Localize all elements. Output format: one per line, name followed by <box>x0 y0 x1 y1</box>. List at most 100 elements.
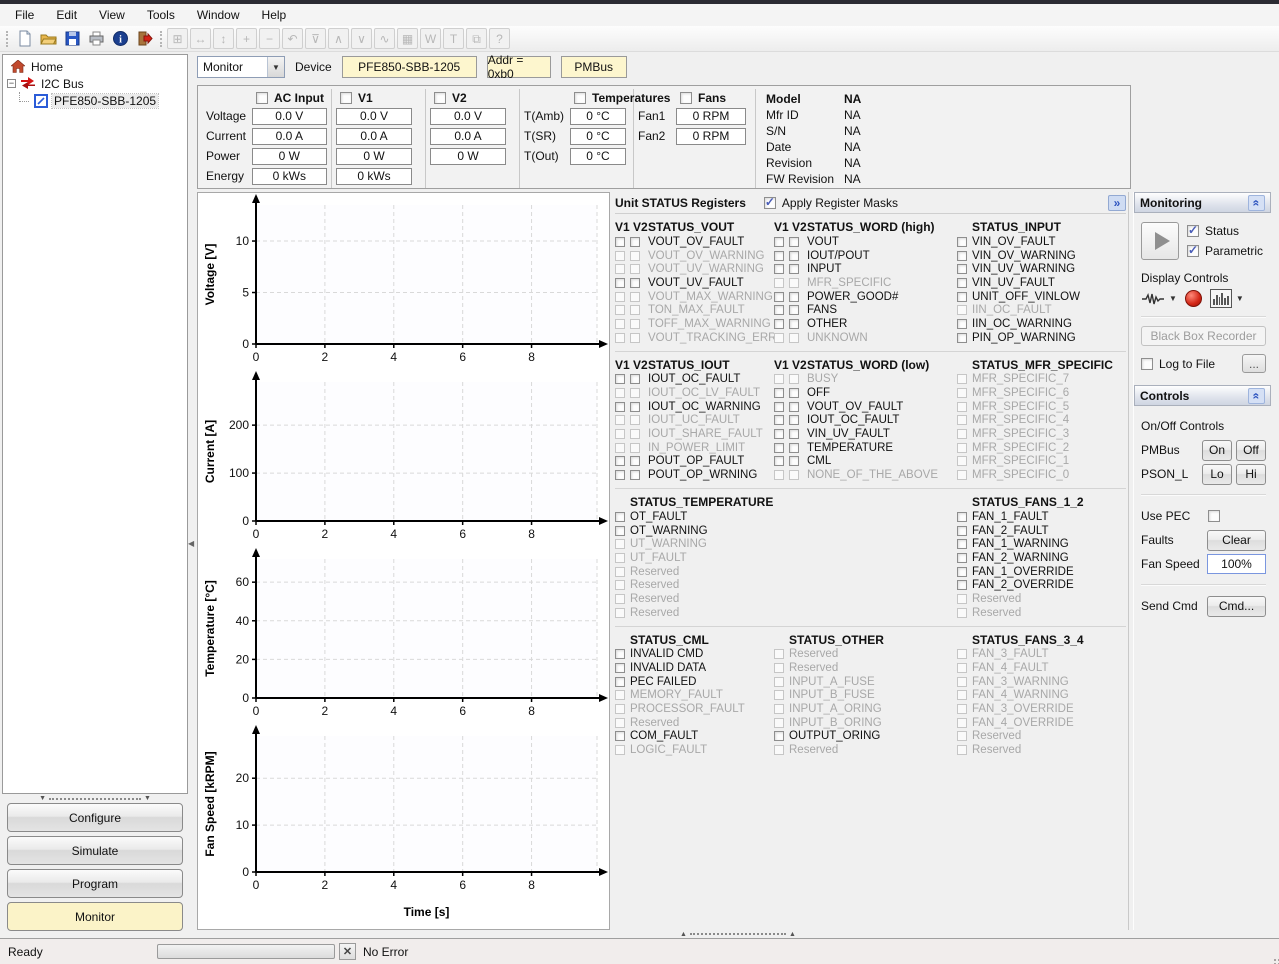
chevron-down-icon[interactable]: ▼ <box>1169 294 1177 303</box>
nav-button-configure[interactable]: Configure <box>7 803 183 832</box>
status-bit-checkbox[interactable] <box>774 292 784 302</box>
browse-button[interactable]: ... <box>1242 354 1266 373</box>
status-bit-checkbox[interactable] <box>615 470 625 480</box>
tree-item-home[interactable]: Home <box>3 58 187 75</box>
status-bit-checkbox[interactable] <box>774 456 784 466</box>
collapse-splitter-arrow[interactable]: ◀ <box>188 536 195 550</box>
status-bit-checkbox[interactable] <box>957 264 967 274</box>
toolbar-exit-icon[interactable] <box>133 28 155 50</box>
expand-panel-button[interactable]: » <box>1108 195 1126 211</box>
measure-group-checkbox[interactable] <box>256 92 268 104</box>
status-bit-checkbox[interactable] <box>957 292 967 302</box>
nav-button-program[interactable]: Program <box>7 869 183 898</box>
left-panel-splitter[interactable]: ▼▼ <box>2 794 188 803</box>
status-checkbox[interactable] <box>1187 225 1199 237</box>
chevron-down-icon[interactable]: ▼ <box>1236 294 1244 303</box>
status-bit-checkbox[interactable] <box>615 456 625 466</box>
status-bit-checkbox[interactable] <box>774 429 784 439</box>
send-cmd-button[interactable]: Cmd... <box>1207 596 1266 617</box>
status-bit-checkbox[interactable] <box>957 278 967 288</box>
status-bit-checkbox[interactable] <box>957 333 967 343</box>
toolbar-zoom-reset-icon[interactable]: ⊞ <box>167 28 188 49</box>
log-to-file-checkbox[interactable] <box>1141 358 1153 370</box>
status-bit-checkbox[interactable] <box>957 319 967 329</box>
status-bit-checkbox[interactable] <box>957 512 967 522</box>
status-bit-checkbox[interactable] <box>615 402 625 412</box>
status-bit-checkbox[interactable] <box>615 526 625 536</box>
status-bit-checkbox[interactable] <box>957 580 967 590</box>
pson-lo-button[interactable]: Lo <box>1202 464 1232 485</box>
status-bit-checkbox[interactable] <box>789 456 799 466</box>
status-bit-checkbox[interactable] <box>774 388 784 398</box>
toolbar-open-file-icon[interactable] <box>37 28 59 50</box>
toolbar-save-file-icon[interactable] <box>61 28 83 50</box>
status-bit-checkbox[interactable] <box>789 237 799 247</box>
status-bit-checkbox[interactable] <box>630 278 640 288</box>
status-bit-checkbox[interactable] <box>789 429 799 439</box>
status-bit-checkbox[interactable] <box>774 402 784 412</box>
measure-group-checkbox[interactable] <box>340 92 352 104</box>
toolbar-print-icon[interactable] <box>85 28 107 50</box>
toolbar-watts-trace-icon[interactable]: W <box>420 28 441 49</box>
status-bit-checkbox[interactable] <box>615 677 625 687</box>
status-bit-checkbox[interactable] <box>789 319 799 329</box>
toolbar-help-icon[interactable]: ? <box>489 28 510 49</box>
apply-register-masks-checkbox[interactable] <box>764 197 776 209</box>
toolbar-grid-icon[interactable]: ▦ <box>397 28 418 49</box>
status-bit-checkbox[interactable] <box>957 567 967 577</box>
toolbar-waveform-icon[interactable]: ∿ <box>374 28 395 49</box>
tree-item-pfe850-sbb-1205[interactable]: PFE850-SBB-1205 <box>3 92 187 109</box>
menu-item-file[interactable]: File <box>4 4 45 26</box>
bottom-splitter[interactable]: ▲▲ <box>195 930 1271 938</box>
toolbar-new-file-icon[interactable] <box>13 28 35 50</box>
toolbar-grip[interactable] <box>6 31 8 47</box>
waveform-icon[interactable] <box>1141 292 1165 306</box>
status-bit-checkbox[interactable] <box>957 237 967 247</box>
toolbar-zoom-out-icon[interactable]: − <box>259 28 280 49</box>
status-bit-checkbox[interactable] <box>615 663 625 673</box>
nav-button-simulate[interactable]: Simulate <box>7 836 183 865</box>
status-bit-checkbox[interactable] <box>957 553 967 563</box>
start-monitoring-button[interactable] <box>1141 222 1179 260</box>
status-bit-checkbox[interactable] <box>615 649 625 659</box>
nav-button-monitor[interactable]: Monitor <box>7 902 183 931</box>
status-bit-checkbox[interactable] <box>774 264 784 274</box>
status-bit-checkbox[interactable] <box>630 470 640 480</box>
fan-speed-input[interactable]: 100% <box>1207 554 1266 574</box>
pmbus-off-button[interactable]: Off <box>1236 440 1266 461</box>
status-bit-checkbox[interactable] <box>789 264 799 274</box>
toolbar-zoom-vertical-icon[interactable]: ↕ <box>213 28 234 49</box>
status-bit-checkbox[interactable] <box>774 237 784 247</box>
collapse-chevron-icon[interactable]: « <box>1248 195 1265 211</box>
status-bit-checkbox[interactable] <box>774 251 784 261</box>
clear-error-button[interactable]: ✕ <box>339 943 356 960</box>
record-icon[interactable] <box>1185 290 1202 307</box>
toolbar-about-info-icon[interactable]: i <box>109 28 131 50</box>
status-bit-checkbox[interactable] <box>789 415 799 425</box>
menu-item-view[interactable]: View <box>88 4 136 26</box>
chevron-down-icon[interactable]: ▼ <box>267 57 284 77</box>
histogram-icon[interactable] <box>1210 289 1232 308</box>
toolbar-zoom-in-icon[interactable]: + <box>236 28 257 49</box>
use-pec-checkbox[interactable] <box>1208 510 1220 522</box>
clear-faults-button[interactable]: Clear <box>1207 530 1266 551</box>
status-bit-checkbox[interactable] <box>615 237 625 247</box>
toolbar-autoscale-icon[interactable]: ⊽ <box>305 28 326 49</box>
toolbar-zoom-horizontal-icon[interactable]: ↔ <box>190 28 211 49</box>
status-bit-checkbox[interactable] <box>774 731 784 741</box>
pmbus-on-button[interactable]: On <box>1202 440 1232 461</box>
measure-group-checkbox[interactable] <box>434 92 446 104</box>
status-bit-checkbox[interactable] <box>957 539 967 549</box>
pson-hi-button[interactable]: Hi <box>1236 464 1266 485</box>
status-bit-checkbox[interactable] <box>630 402 640 412</box>
toolbar-temperature-trace-icon[interactable]: T <box>443 28 464 49</box>
status-bit-checkbox[interactable] <box>774 305 784 315</box>
black-box-recorder-button[interactable]: Black Box Recorder <box>1141 326 1266 346</box>
tree-item-i2c-bus[interactable]: −I2C Bus <box>3 75 187 92</box>
status-bit-checkbox[interactable] <box>789 292 799 302</box>
toolbar-peak-min-icon[interactable]: ∨ <box>351 28 372 49</box>
menu-item-help[interactable]: Help <box>251 4 298 26</box>
status-bit-checkbox[interactable] <box>789 402 799 412</box>
status-bit-checkbox[interactable] <box>630 374 640 384</box>
status-bit-checkbox[interactable] <box>615 512 625 522</box>
